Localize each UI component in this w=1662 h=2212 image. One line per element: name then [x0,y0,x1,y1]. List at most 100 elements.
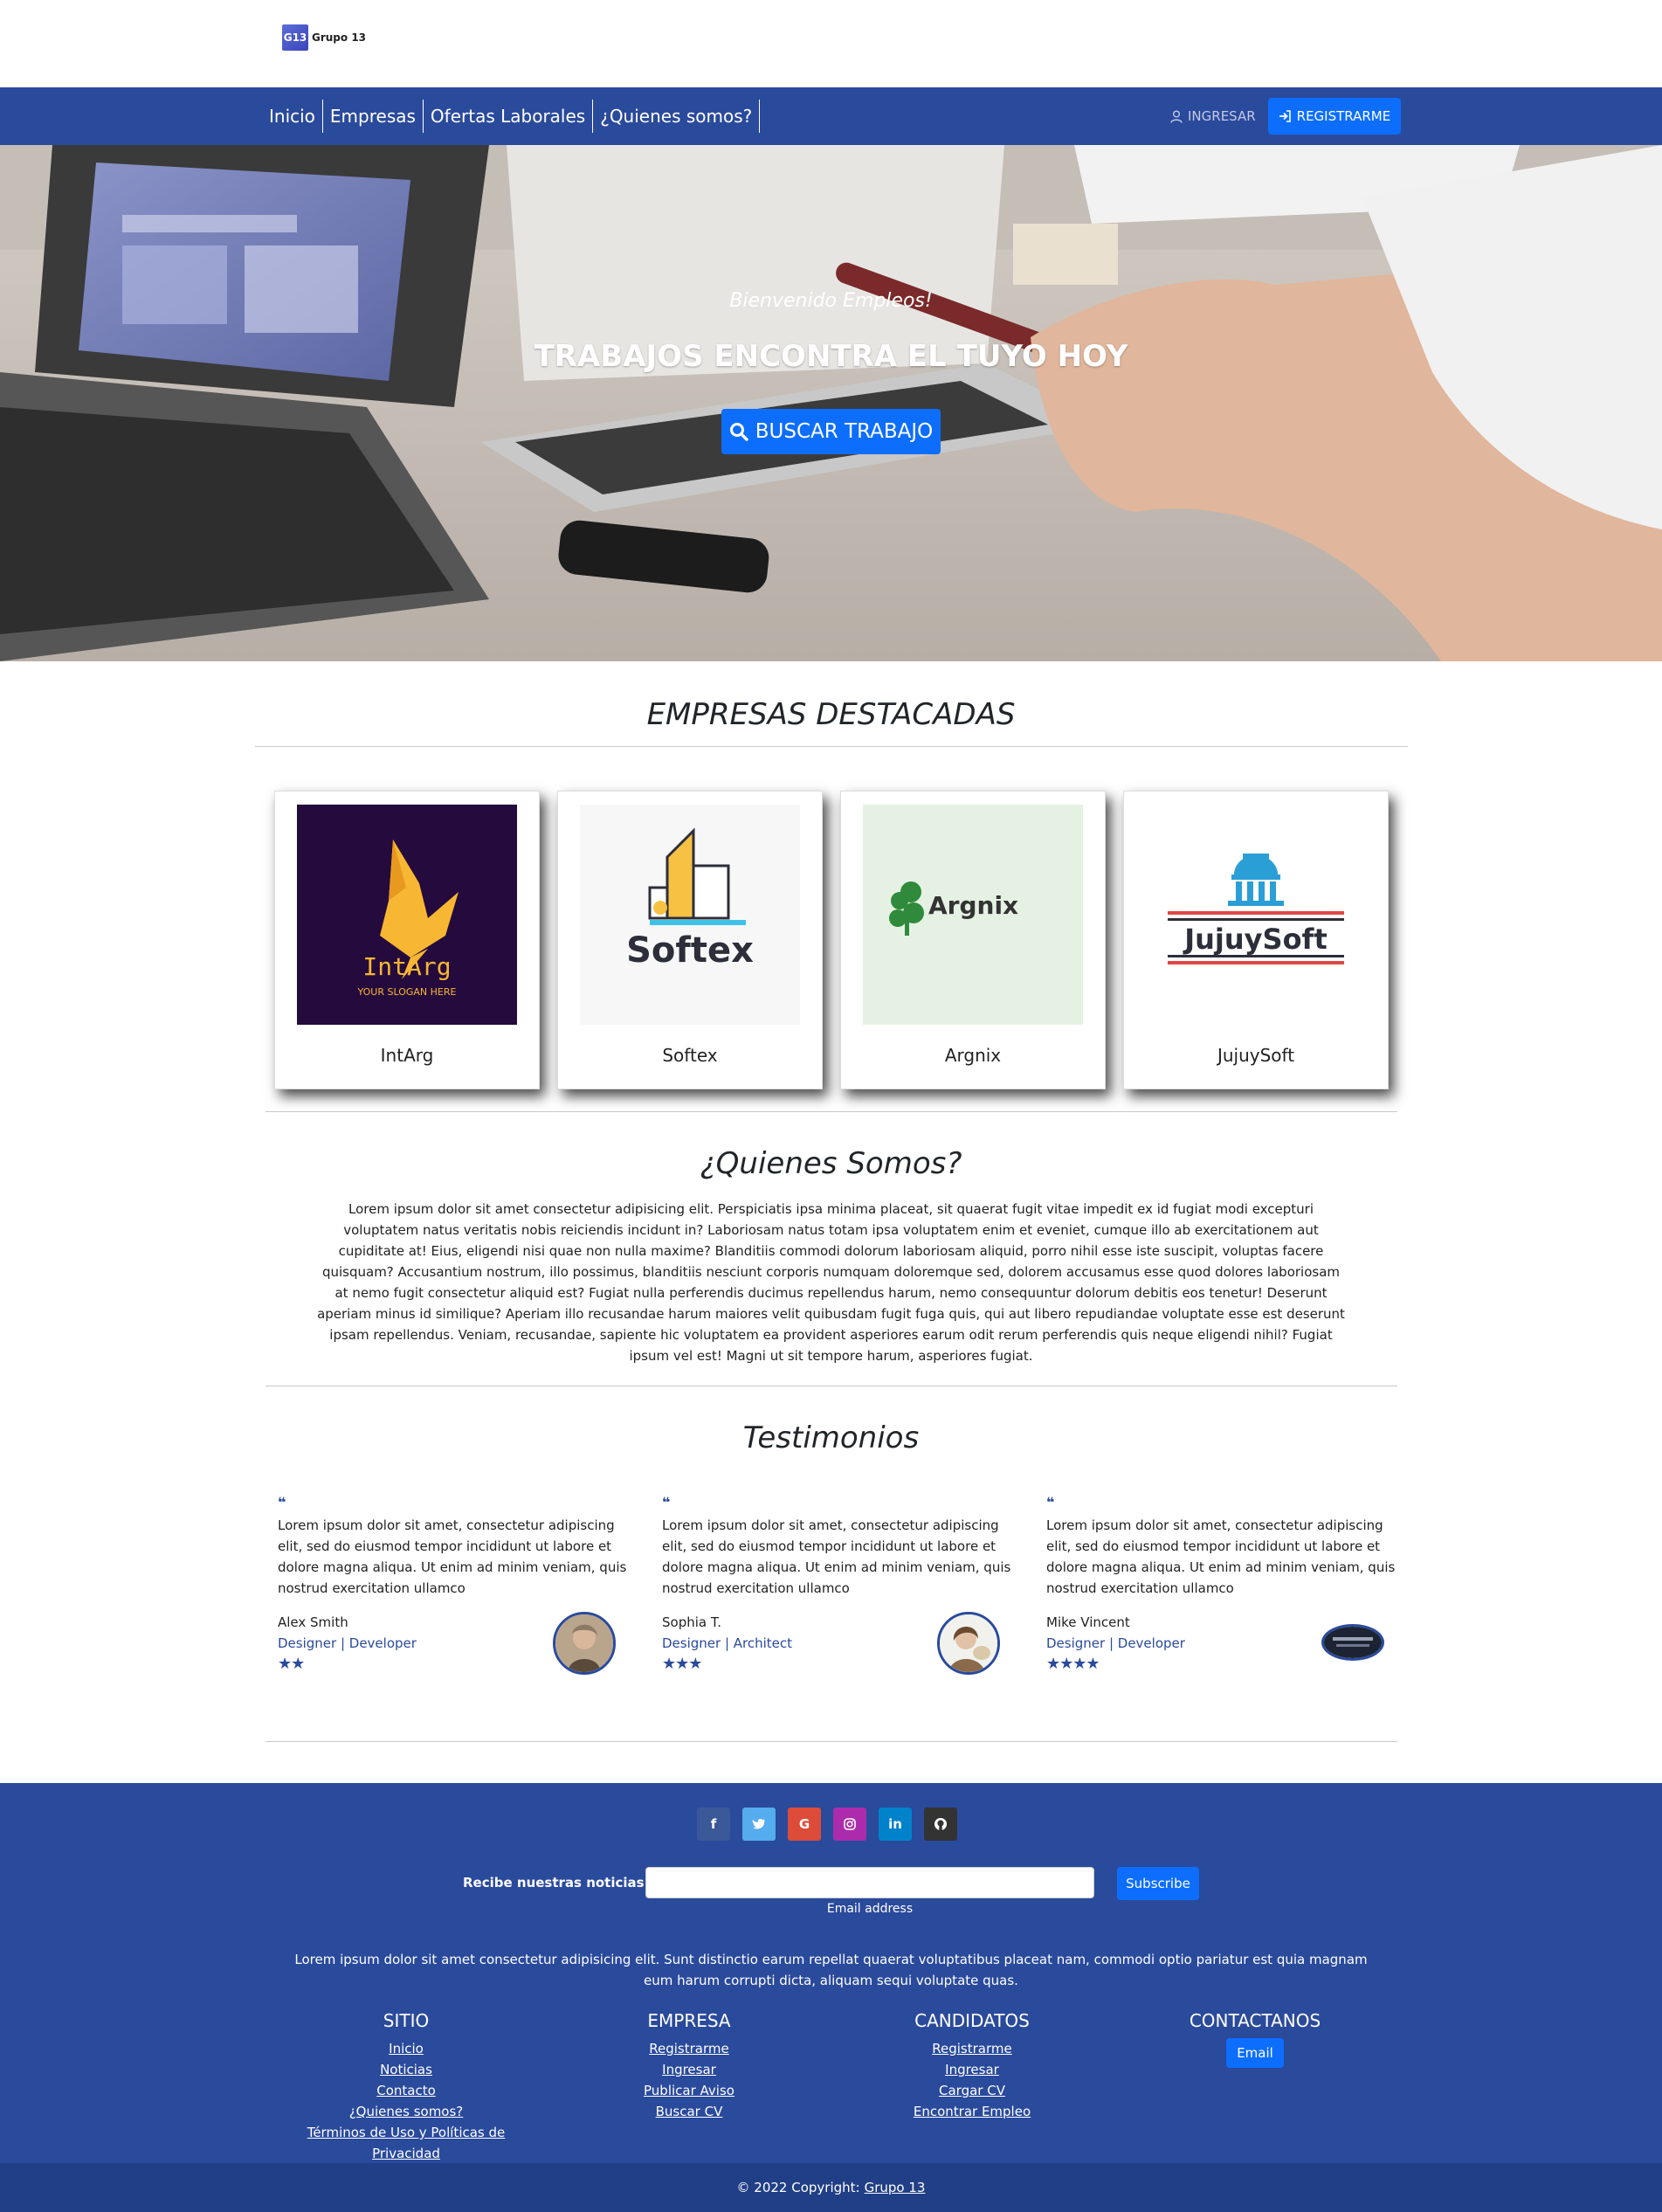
copyright-link[interactable]: Grupo 13 [865,2180,926,2195]
google-icon[interactable]: G [788,1808,821,1841]
about-divider-top [266,1111,1397,1112]
twitter-icon[interactable] [742,1808,776,1841]
testimonial-role: Designer | Developer [278,1635,417,1651]
register-button[interactable]: REGISTRARME [1267,98,1402,135]
newsletter-email-input[interactable] [645,1867,1094,1898]
copyright-text: © 2022 Copyright: [736,2180,860,2195]
company-card-softex[interactable]: Softex Softex [557,791,823,1089]
logo-bar: G13 Grupo 13 [0,0,1662,87]
company-card-argnix[interactable]: Argnix Argnix [840,791,1106,1089]
login-link[interactable]: INGRESAR [1170,108,1256,124]
footer-link-registrarme[interactable]: Registrarme [558,2038,820,2059]
intarg-logo-slogan: YOUR SLOGAN HERE [357,986,457,998]
company-name: Argnix [944,1045,1002,1066]
register-label: REGISTRARME [1296,108,1391,124]
footer-column-sitio: SITIO Inicio Noticias Contacto ¿Quienes … [275,2010,537,2164]
intarg-logo: IntArg YOUR SLOGAN HERE [297,805,517,1025]
linkedin-icon[interactable]: in [879,1808,912,1841]
github-icon[interactable] [924,1808,957,1841]
footer-description: Lorem ipsum dolor sit amet consectetur a… [294,1952,1368,1988]
footer-link-cargar-cv[interactable]: Cargar CV [841,2080,1103,2101]
footer-link-ingresar[interactable]: Ingresar [841,2059,1103,2080]
quote-icon: ❝ [662,1494,671,1510]
testimonial-name: Mike Vincent [1046,1614,1130,1630]
hero-title: TRABAJOS ENCONTRA EL TUYO HOY [534,339,1128,374]
facebook-icon[interactable]: f [697,1808,730,1841]
hero-subtitle: Bienvenido Empleos! [729,290,933,312]
search-icon [729,423,748,441]
jujuysoft-logo-text: JujuySoft [1183,923,1328,956]
footer-link-ingresar[interactable]: Ingresar [558,2059,820,2080]
footer-column-title: CANDIDATOS [914,2010,1030,2031]
rating-stars: ★★ [278,1655,305,1673]
subscribe-button[interactable]: Subscribe [1117,1867,1199,1900]
softex-logo: Softex [580,805,800,1025]
company-card-jujuysoft[interactable]: JujuySoft JujuySoft [1123,791,1389,1089]
email-button[interactable]: Email [1226,2038,1284,2068]
footer-column-title: EMPRESA [647,2010,731,2031]
argnix-logo-text: Argnix [928,891,1018,920]
avatar [553,1612,616,1675]
footer-column-contactanos: CONTACTANOS Email [1124,2010,1386,2068]
nav-links: Inicio Empresas Ofertas Laborales ¿Quien… [262,100,761,133]
jujuysoft-logo: JujuySoft [1146,805,1366,1025]
testimonial-role: Designer | Developer [1046,1635,1185,1651]
avatar [1321,1624,1384,1661]
search-job-label: BUSCAR TRABAJO [755,420,934,443]
footer-link-noticias[interactable]: Noticias [275,2059,537,2080]
company-name: JujuySoft [1217,1045,1295,1066]
testimonials-title: Testimonios [742,1421,920,1455]
about-title: ¿Quienes Somos? [700,1146,962,1181]
search-job-button[interactable]: BUSCAR TRABAJO [721,409,941,454]
hero-background-image [0,145,1662,661]
user-icon [1170,110,1183,123]
footer-column-empresa: EMPRESA Registrarme Ingresar Publicar Av… [558,2010,820,2122]
footer-column-candidatos: CANDIDATOS Registrarme Ingresar Cargar C… [841,2010,1103,2122]
footer-link-terminos[interactable]: Términos de Uso y Políticas de Privacida… [275,2122,537,2164]
testimonial-card: ❝ Lorem ipsum dolor sit amet, consectetu… [1046,1494,1404,1686]
softex-logo-text: Softex [626,930,754,971]
nav-link-quienes[interactable]: ¿Quienes somos? [593,100,761,133]
copyright-bar: © 2022 Copyright: Grupo 13 [0,2163,1662,2212]
footer-link-publicar-aviso[interactable]: Publicar Aviso [558,2080,820,2101]
rating-stars: ★★★★ [1046,1655,1100,1673]
intarg-logo-text: IntArg [362,952,451,981]
nav-link-inicio[interactable]: Inicio [262,100,323,133]
testimonial-card: ❝ Lorem ipsum dolor sit amet, consectetu… [662,1494,1020,1686]
footer-link-inicio[interactable]: Inicio [275,2038,537,2059]
nav-link-empresas[interactable]: Empresas [323,100,424,133]
testimonial-name: Alex Smith [278,1614,348,1630]
footer-link-registrarme[interactable]: Registrarme [841,2038,1103,2059]
footer-link-quienes[interactable]: ¿Quienes somos? [275,2101,537,2122]
brand-mark: G13 [282,24,308,51]
footer-column-title: CONTACTANOS [1189,2010,1321,2031]
footer-link-buscar-cv[interactable]: Buscar CV [558,2101,820,2122]
testimonial-card: ❝ Lorem ipsum dolor sit amet, consectetu… [278,1494,636,1686]
testimonial-quote: Lorem ipsum dolor sit amet, consectetur … [662,1517,1011,1596]
company-card-intarg[interactable]: IntArg YOUR SLOGAN HERE IntArg [274,791,540,1089]
footer-link-encontrar-empleo[interactable]: Encontrar Empleo [841,2101,1103,2122]
nav-link-ofertas[interactable]: Ofertas Laborales [424,100,594,133]
quote-icon: ❝ [1046,1494,1055,1510]
main-navbar: Inicio Empresas Ofertas Laborales ¿Quien… [0,87,1662,145]
email-hint: Email address [826,1902,914,1916]
footer: f G in Recibe nuestras noticias! Email a… [0,1783,1662,2163]
company-name: IntArg [380,1045,434,1066]
brand-logo[interactable]: G13 Grupo 13 [282,24,366,51]
testimonial-quote: Lorem ipsum dolor sit amet, consectetur … [278,1517,627,1596]
companies-divider [255,746,1408,747]
about-text: Lorem ipsum dolor sit amet consectetur a… [317,1201,1345,1364]
argnix-logo: Argnix [863,805,1083,1025]
newsletter-label: Recibe nuestras noticias! [463,1875,651,1891]
social-links: f G in [697,1808,957,1841]
sign-in-icon [1279,110,1291,122]
nav-auth: INGRESAR REGISTRARME [1170,98,1402,135]
footer-link-contacto[interactable]: Contacto [275,2080,537,2101]
testimonial-role: Designer | Architect [662,1635,793,1651]
company-name: Softex [662,1045,718,1066]
login-label: INGRESAR [1188,108,1256,124]
footer-divider [266,1741,1397,1742]
companies-title: EMPRESAS DESTACADAS [646,697,1016,732]
rating-stars: ★★★ [662,1655,702,1673]
instagram-icon[interactable] [833,1808,866,1841]
